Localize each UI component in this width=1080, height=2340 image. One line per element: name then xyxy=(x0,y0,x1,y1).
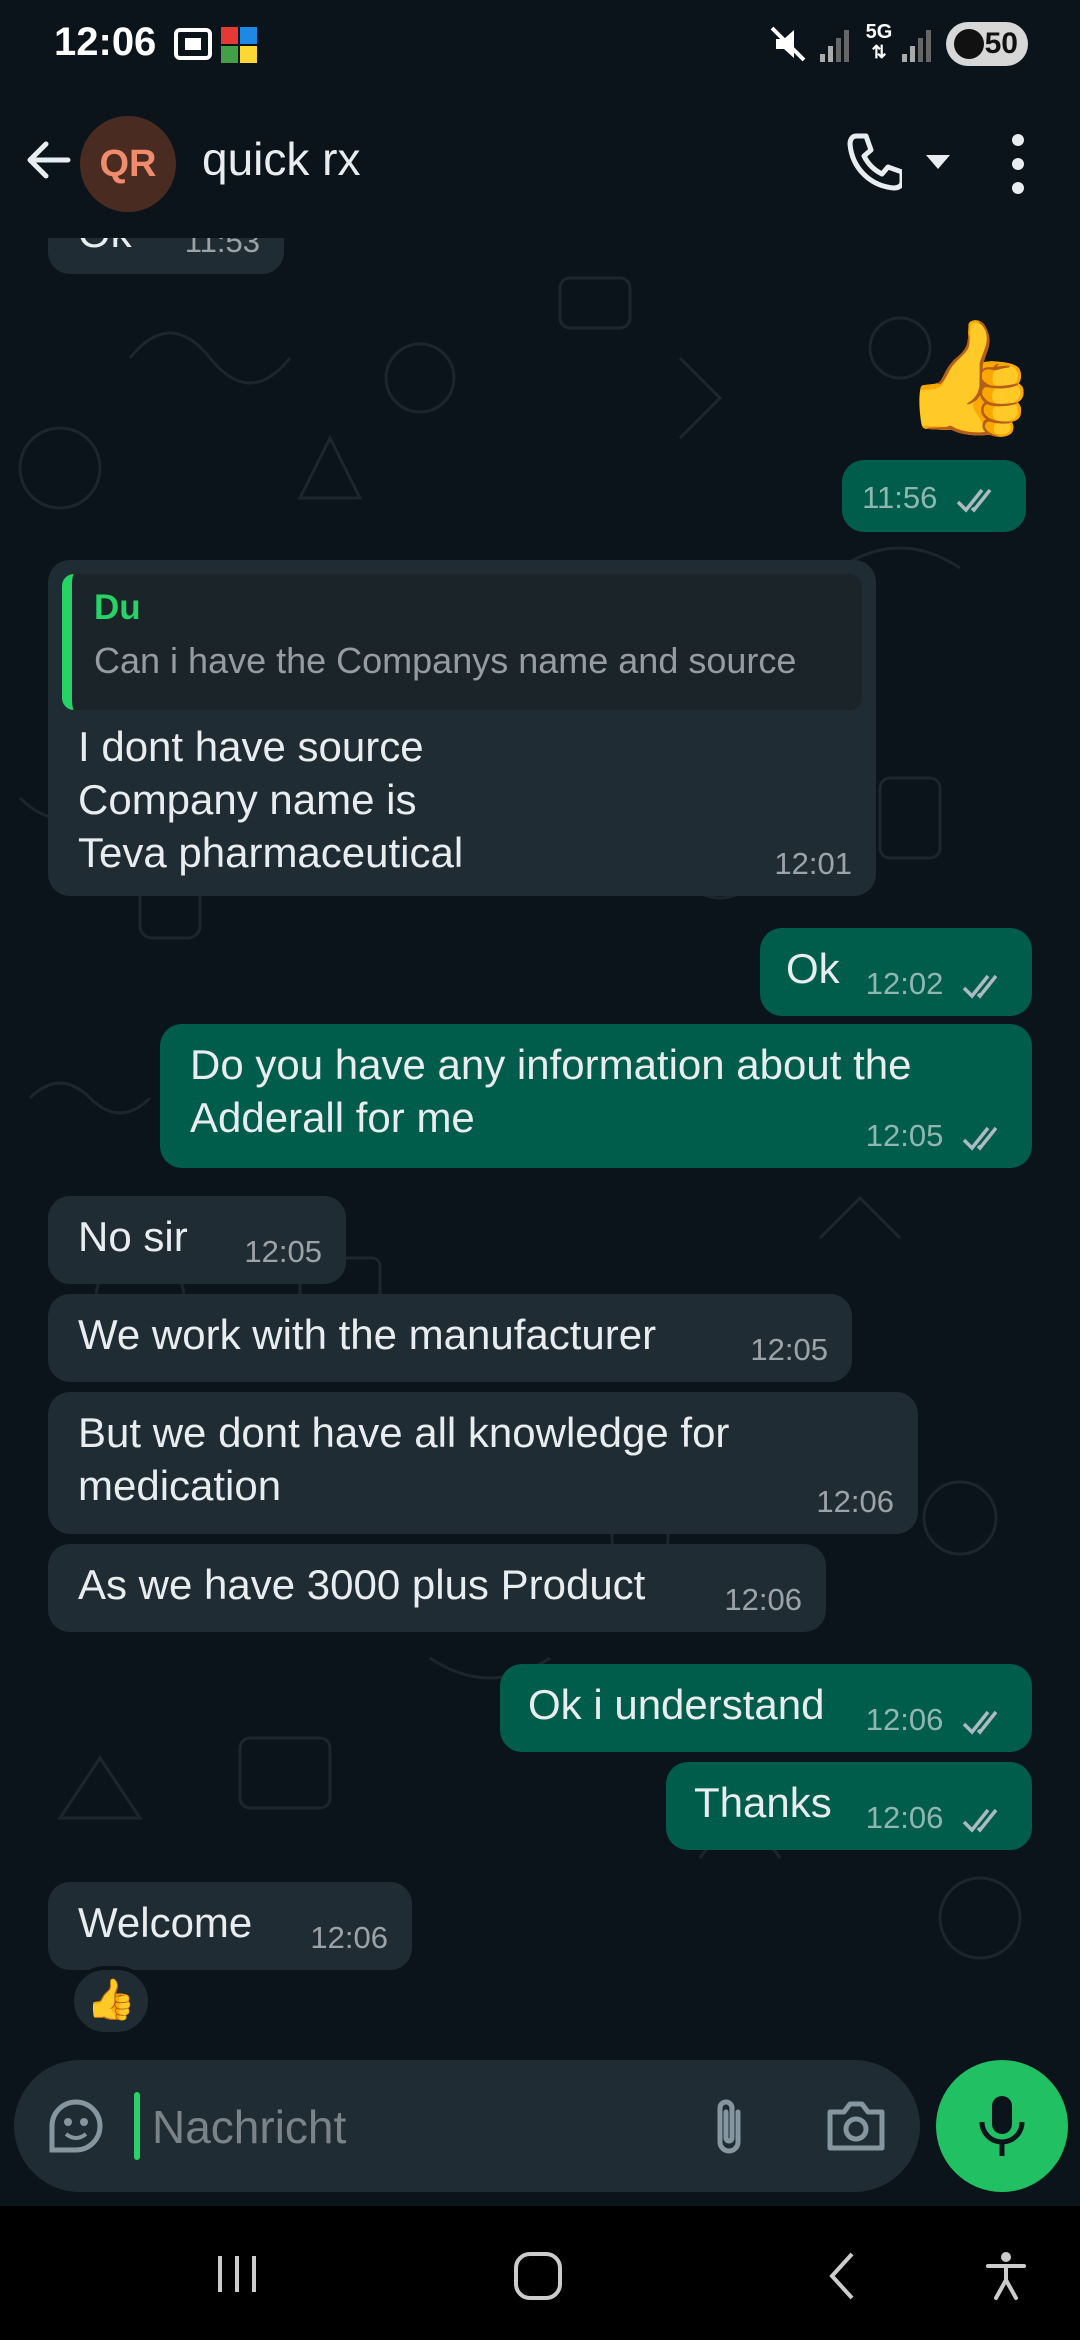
more-options-icon[interactable] xyxy=(1000,130,1036,198)
message-incoming[interactable]: Welcome 12:06 xyxy=(48,1882,412,1970)
quote-author: Du xyxy=(94,588,141,627)
message-incoming[interactable]: But we dont have all knowledge for medic… xyxy=(48,1392,918,1534)
home-icon[interactable] xyxy=(512,2250,564,2302)
app-icon xyxy=(221,27,257,63)
avatar[interactable]: QR xyxy=(80,116,176,212)
message-time: 12:02 xyxy=(865,966,944,1001)
recent-apps-icon[interactable] xyxy=(212,2250,262,2298)
sticker-meta: 11:56 xyxy=(842,460,1026,532)
message-list[interactable]: Ok 11:53 👍 11:56 Du Can i have the Compa… xyxy=(0,238,1080,2060)
message-time: 12:05 xyxy=(865,1118,944,1153)
microphone-button[interactable] xyxy=(936,2060,1068,2192)
composer xyxy=(0,2060,1080,2200)
back-nav-icon[interactable] xyxy=(824,2250,860,2302)
phone-icon[interactable] xyxy=(842,130,902,194)
contact-name[interactable]: quick rx xyxy=(202,132,360,186)
message-text: No sir xyxy=(78,1213,188,1260)
read-receipt-icon xyxy=(962,974,998,999)
message-incoming[interactable]: We work with the manufacturer 12:05 xyxy=(48,1294,852,1382)
message-incoming[interactable]: No sir 12:05 xyxy=(48,1196,346,1284)
back-arrow-icon[interactable] xyxy=(18,130,78,190)
accessibility-icon[interactable] xyxy=(984,2250,1028,2302)
read-receipt-icon xyxy=(956,488,992,513)
status-bar: 12:06 5G ⇅ 50 xyxy=(0,0,1080,90)
message-text: As we have 3000 plus Product xyxy=(78,1561,646,1608)
camera-icon[interactable] xyxy=(824,2098,888,2154)
screenshot-icon xyxy=(174,28,212,60)
status-time: 12:06 xyxy=(54,20,157,64)
read-receipt-icon xyxy=(962,1710,998,1735)
message-outgoing[interactable]: Do you have any information about the Ad… xyxy=(160,1024,1032,1168)
message-time: 12:06 xyxy=(310,1920,388,1955)
charging-icon xyxy=(954,29,984,59)
sticker-icon[interactable] xyxy=(44,2094,108,2158)
message-time: 11:53 xyxy=(184,238,260,259)
message-outgoing[interactable]: Ok i understand 12:06 xyxy=(500,1664,1032,1752)
message-text: But we dont have all knowledge for medic… xyxy=(78,1409,730,1509)
message-time: 12:06 xyxy=(865,1702,944,1737)
message-text: Thanks xyxy=(694,1779,832,1826)
message-field-container xyxy=(14,2060,920,2192)
message-text: Ok xyxy=(786,945,840,992)
read-receipt-icon xyxy=(962,1808,998,1833)
message-time: 12:06 xyxy=(724,1582,802,1617)
message-outgoing[interactable]: Ok 12:02 xyxy=(760,928,1032,1016)
message-time: 12:06 xyxy=(865,1800,944,1835)
sticker-message[interactable]: 👍 xyxy=(900,310,1039,446)
message-incoming[interactable]: Ok 11:53 xyxy=(48,238,284,274)
5g-icon: 5G ⇅ xyxy=(865,21,893,62)
signal-icon-2 xyxy=(902,30,931,62)
message-text: We work with the manufacturer xyxy=(78,1311,657,1358)
message-text: Do you have any information about the Ad… xyxy=(190,1041,912,1141)
paperclip-icon[interactable] xyxy=(704,2096,754,2160)
message-input[interactable] xyxy=(150,2084,694,2170)
battery-icon: 50 xyxy=(946,22,1028,66)
text-cursor xyxy=(134,2092,140,2160)
message-time: 12:06 xyxy=(816,1484,894,1519)
system-nav-bar xyxy=(0,2206,1080,2340)
message-text: Ok i understand xyxy=(528,1681,825,1728)
chevron-down-icon[interactable] xyxy=(924,152,952,172)
message-time: 12:05 xyxy=(244,1234,322,1269)
message-text: Welcome xyxy=(78,1899,253,1946)
reaction-badge[interactable]: 👍 xyxy=(70,1966,152,2036)
quote-text: Can i have the Companys name and source xyxy=(94,640,797,681)
battery-level: 50 xyxy=(984,27,1018,60)
message-incoming-reply[interactable]: Du Can i have the Companys name and sour… xyxy=(48,560,876,896)
read-receipt-icon xyxy=(962,1126,998,1151)
message-text: I dont have source Company name is Teva … xyxy=(78,723,464,876)
message-incoming[interactable]: As we have 3000 plus Product 12:06 xyxy=(48,1544,826,1632)
mute-icon xyxy=(770,26,806,62)
microphone-icon xyxy=(979,2096,1025,2156)
message-time: 12:05 xyxy=(750,1332,828,1367)
message-time: 11:56 xyxy=(862,480,938,515)
message-outgoing[interactable]: Thanks 12:06 xyxy=(666,1762,1032,1850)
message-time: 12:01 xyxy=(774,846,852,881)
signal-icon xyxy=(820,30,849,62)
quoted-message[interactable]: Du Can i have the Companys name and sour… xyxy=(62,574,862,710)
chat-header: QR quick rx xyxy=(0,90,1080,239)
